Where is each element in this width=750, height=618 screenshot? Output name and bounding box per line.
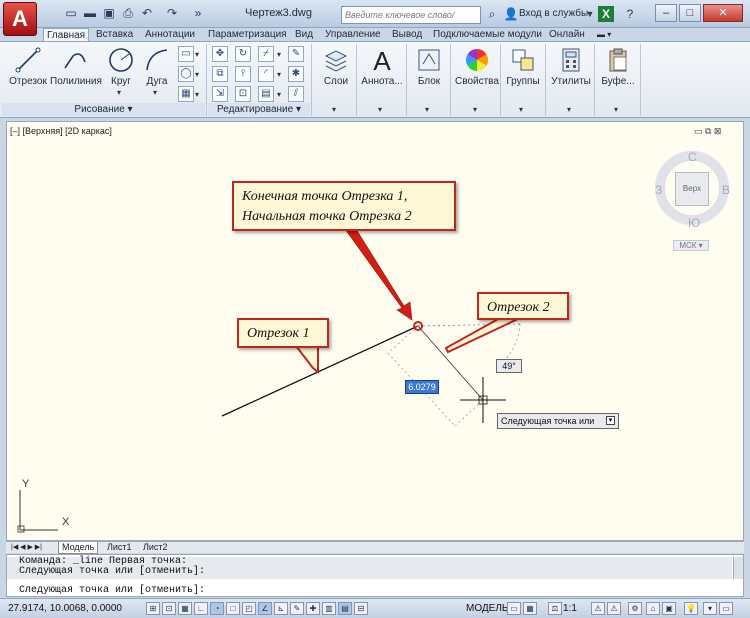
command-scrollbar[interactable] bbox=[733, 557, 743, 579]
command-input[interactable]: Следующая точка или [отменить]: bbox=[19, 585, 205, 596]
otrack-icon[interactable]: ∠ bbox=[258, 602, 272, 615]
coordinates-readout[interactable]: 27.9174, 10.0068, 0.0000 bbox=[8, 603, 122, 614]
angle-arc bbox=[504, 323, 521, 361]
tab-layout2[interactable]: Лист2 bbox=[140, 542, 171, 554]
ucs-y-label: Y bbox=[22, 478, 30, 490]
dimension-extension-1 bbox=[387, 325, 419, 354]
clean-screen-icon[interactable]: ▭ bbox=[719, 602, 733, 615]
ucs-x-label: X bbox=[62, 516, 70, 528]
model-space-toggle[interactable]: МОДЕЛЬ bbox=[466, 603, 508, 614]
callout-end-point-line1: Конечная точка Отрезка 1, bbox=[242, 189, 408, 204]
layout-nav-icons[interactable]: |◀ ◀ ▶ ▶| bbox=[8, 542, 45, 554]
tab-model[interactable]: Модель bbox=[58, 542, 99, 554]
transparency-icon[interactable]: ▥ bbox=[322, 602, 336, 615]
arrow-segment-1 bbox=[293, 345, 319, 375]
quick-properties-icon[interactable]: ▤ bbox=[338, 602, 352, 615]
status-bar: 27.9174, 10.0068, 0.0000 ⊞ ⊡ ▦ ∟ ◔ □ ◰ ∠… bbox=[0, 598, 750, 618]
snap-icon[interactable]: ⊡ bbox=[162, 602, 176, 615]
dynamic-input-prompt: Следующая точка или bbox=[497, 413, 619, 429]
angle-input-field[interactable]: 49° bbox=[496, 359, 522, 373]
hardware-accel-icon[interactable]: ▣ bbox=[662, 602, 676, 615]
callout-end-point-line2: Начальная точка Отрезка 2 bbox=[242, 209, 412, 224]
tab-layout1[interactable]: Лист1 bbox=[104, 542, 135, 554]
arrow-end-point bbox=[344, 228, 413, 321]
callout-end-point: Конечная точка Отрезка 1, Начальная точк… bbox=[232, 181, 456, 231]
workspace-gear-icon[interactable]: ⚙ bbox=[628, 602, 642, 615]
grid-icon[interactable]: ▦ bbox=[178, 602, 192, 615]
infer-constraints-icon[interactable]: ⊞ bbox=[146, 602, 160, 615]
polar-icon[interactable]: ◔ bbox=[210, 602, 224, 615]
arrow-segment-2 bbox=[444, 317, 521, 354]
annotation-visibility-icon[interactable]: ⚠ bbox=[591, 602, 605, 615]
ortho-icon[interactable]: ∟ bbox=[194, 602, 208, 615]
ducs-icon[interactable]: ⊾ bbox=[274, 602, 288, 615]
annotation-scale-icon[interactable]: ⚖ bbox=[548, 602, 562, 615]
command-history-line: Следующая точка или [отменить]: bbox=[19, 566, 206, 577]
isolate-objects-icon[interactable]: 💡 bbox=[684, 602, 698, 615]
quick-view-layouts-icon[interactable]: ▭ bbox=[507, 602, 521, 615]
status-menu-icon[interactable]: ▾ bbox=[703, 602, 717, 615]
layout-tab-row: |◀ ◀ ▶ ▶| Модель Лист1 Лист2 bbox=[6, 541, 744, 554]
callout-segment-2: Отрезок 2 bbox=[477, 292, 569, 320]
annotation-scale-value[interactable]: 1:1 bbox=[563, 603, 577, 614]
ucs-origin bbox=[17, 525, 25, 533]
drawing-geometry bbox=[17, 228, 521, 533]
quick-view-drawings-icon[interactable]: ▦ bbox=[523, 602, 537, 615]
length-input-field[interactable]: 6.0279 bbox=[405, 380, 439, 394]
callout-segment-1: Отрезок 1 bbox=[237, 318, 329, 348]
command-line[interactable]: Команда: _line Первая точка: Следующая т… bbox=[6, 554, 744, 597]
dyn-icon[interactable]: ✎ bbox=[290, 602, 304, 615]
auto-scale-icon[interactable]: ⚠ bbox=[607, 602, 621, 615]
lineweight-icon[interactable]: ✚ bbox=[306, 602, 320, 615]
osnap-icon[interactable]: □ bbox=[226, 602, 240, 615]
lock-ui-icon[interactable]: ⌂ bbox=[646, 602, 660, 615]
prompt-options-icon[interactable]: ▾ bbox=[606, 416, 615, 425]
3d-osnap-icon[interactable]: ◰ bbox=[242, 602, 256, 615]
application-menu-button[interactable]: A bbox=[3, 2, 37, 36]
command-history: Команда: _line Первая точка: Следующая т… bbox=[7, 557, 732, 579]
selection-cycling-icon[interactable]: ⊟ bbox=[354, 602, 368, 615]
